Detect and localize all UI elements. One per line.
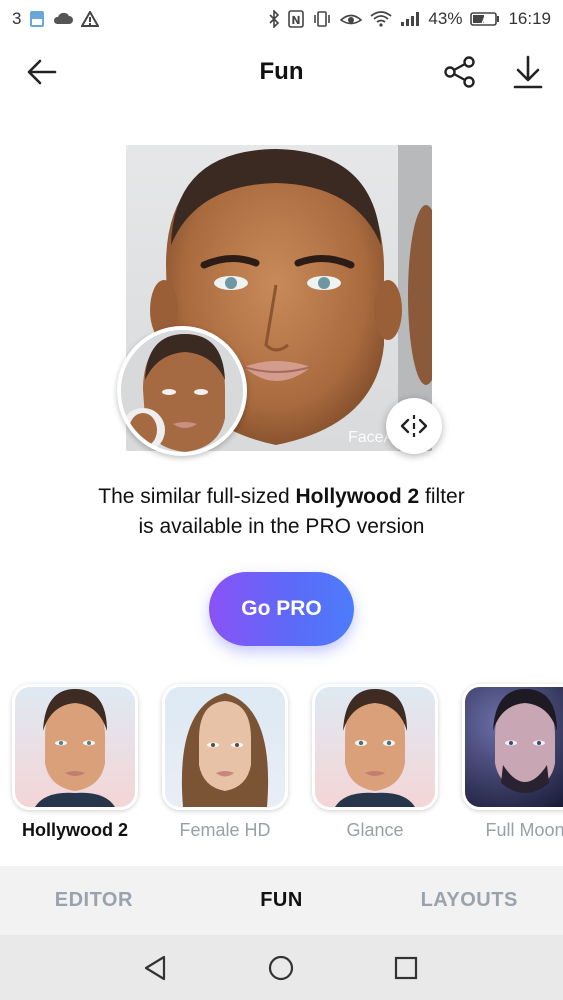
download-icon [513,55,543,89]
go-pro-button[interactable]: Go PRO [209,572,354,646]
app-bar: Fun [0,38,563,108]
status-bar: 3 N 43% 16:19 [0,0,563,38]
filter-thumbnail [312,684,438,810]
message-filter-name: Hollywood 2 [295,485,420,508]
sim-label: 3 [12,9,22,28]
message-suffix: filter [419,485,465,508]
compare-slider-handle[interactable] [386,398,442,454]
nav-back-icon [144,955,166,981]
tab-fun[interactable]: FUN [188,889,376,912]
svg-text:N: N [292,14,301,27]
nav-home-button[interactable] [265,952,297,984]
download-button[interactable] [508,52,548,92]
nfc-icon: N [288,10,305,28]
message-prefix: The similar full-sized [98,485,296,508]
battery-icon [470,11,500,27]
filter-item-full-moon[interactable]: Full Moon [460,680,563,841]
nav-recents-button[interactable] [390,952,422,984]
bluetooth-icon [268,10,280,28]
message-line-2: is available in the PRO version [138,515,425,538]
filter-label: Glance [346,820,404,840]
filter-label: Female HD [179,820,271,840]
filter-item-female-hd[interactable]: Female HD [160,680,290,841]
nav-back-button[interactable] [140,952,172,984]
filter-thumbnail [162,684,288,810]
signal-icon [400,11,420,27]
filter-thumbnail [12,684,138,810]
share-icon [444,56,475,88]
vibrate-icon [312,10,332,28]
bottom-tab-bar: EDITOR FUN LAYOUTS [0,866,563,935]
nav-recents-icon [394,956,418,980]
tab-editor[interactable]: EDITOR [0,889,188,912]
gallery-notification-icon [29,10,45,28]
compare-arrows-icon [400,415,428,437]
wifi-icon [370,11,392,27]
filter-label: Hollywood 2 [21,820,128,840]
system-navigation-bar [0,935,563,1000]
cloud-notification-icon [53,11,74,27]
filter-carousel[interactable]: Hollywood 2 Female HD Glance Full Moon [0,680,563,850]
share-button[interactable] [440,52,480,92]
filter-item-glance[interactable]: Glance [310,680,440,841]
filter-thumbnail [462,684,563,810]
filter-item-hollywood-2[interactable]: Hollywood 2 [10,680,140,841]
eye-comfort-icon [340,11,363,27]
clock: 16:19 [508,9,551,28]
tab-layouts[interactable]: LAYOUTS [375,889,563,912]
filter-label: Full Moon [485,820,563,840]
original-photo-thumbnail[interactable] [117,326,247,456]
warning-icon [81,11,100,27]
nav-home-icon [268,955,294,981]
battery-percent: 43% [428,9,463,28]
pro-filter-message: The similar full-sized Hollywood 2 filte… [40,482,523,542]
